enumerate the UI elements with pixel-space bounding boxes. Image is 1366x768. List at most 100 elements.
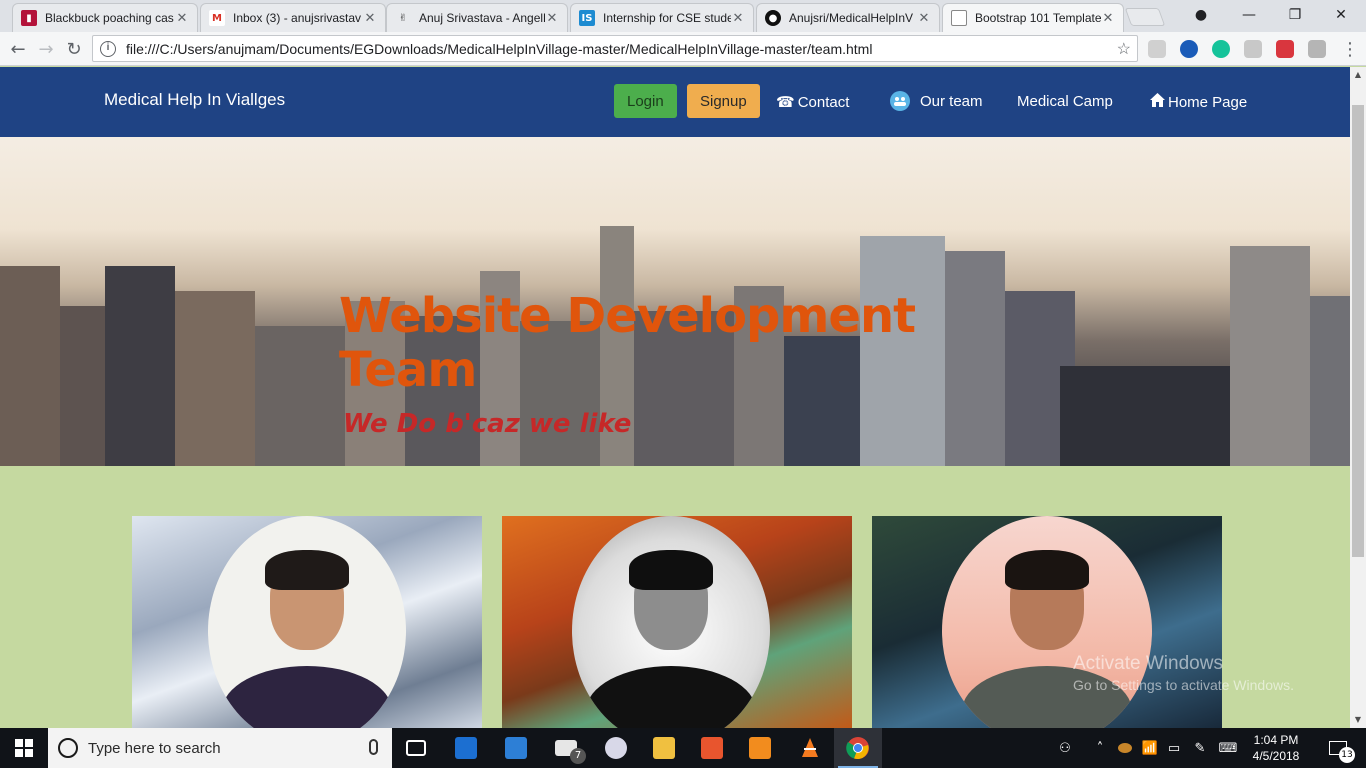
nav-our-team-label: Our team bbox=[920, 92, 983, 110]
clock-time: 1:04 PM bbox=[1253, 733, 1299, 747]
vlc-icon[interactable] bbox=[786, 728, 834, 768]
bookmark-star-icon[interactable]: ☆ bbox=[1117, 39, 1131, 59]
watermark-subtitle: Go to Settings to activate Windows. bbox=[1073, 677, 1294, 693]
back-button[interactable]: ← bbox=[6, 37, 30, 61]
minimize-button[interactable]: — bbox=[1226, 0, 1272, 30]
nav-medical-camp[interactable]: Medical Camp bbox=[1017, 93, 1113, 110]
tab-title: Inbox (3) - anujsrivastav bbox=[233, 11, 362, 25]
nav-contact-label: Contact bbox=[797, 93, 850, 111]
pdf-extension-icon[interactable] bbox=[1148, 40, 1166, 58]
office-icon[interactable] bbox=[688, 728, 736, 768]
page-scrollbar[interactable]: ▲ ▼ bbox=[1350, 67, 1366, 728]
chevron-up-icon[interactable]: ˄ bbox=[1090, 728, 1110, 768]
profile-icon[interactable]: ● bbox=[1178, 0, 1224, 30]
github-icon: ● bbox=[765, 10, 781, 26]
browser-tab[interactable]: ✌ Anuj Srivastava - Angell ✕ bbox=[386, 3, 568, 32]
taskbar-clock[interactable]: 1:04 PM 4/5/2018 bbox=[1243, 732, 1309, 764]
grammarly-icon[interactable] bbox=[1212, 40, 1230, 58]
hero-title: Website Development Team bbox=[339, 288, 916, 398]
page-icon bbox=[951, 10, 967, 26]
angellist-icon: ✌ bbox=[398, 12, 408, 24]
battery-icon[interactable]: ▭ bbox=[1162, 728, 1186, 768]
site-brand[interactable]: Medical Help In Viallges bbox=[104, 90, 285, 110]
extension-icon[interactable] bbox=[1180, 40, 1198, 58]
browser-tab[interactable]: M Inbox (3) - anujsrivastav ✕ bbox=[200, 3, 386, 32]
wifi-icon[interactable]: 📶 bbox=[1138, 728, 1162, 768]
task-view-icon[interactable] bbox=[392, 728, 440, 768]
nav-contact[interactable]: ☎ Contact bbox=[776, 93, 850, 112]
team-member-photo bbox=[572, 516, 770, 728]
extension-icon[interactable] bbox=[1244, 40, 1262, 58]
people-icon[interactable]: ⚇ bbox=[1052, 728, 1078, 768]
home-icon bbox=[1150, 93, 1165, 111]
browser-toolbar: ← → ↻ i file:///C:/Users/anujmam/Documen… bbox=[0, 32, 1366, 66]
mail-icon[interactable]: 7 bbox=[542, 728, 590, 768]
browser-tab[interactable]: IS Internship for CSE stude ✕ bbox=[570, 3, 754, 32]
team-member-photo bbox=[942, 516, 1152, 728]
start-button[interactable] bbox=[0, 728, 48, 768]
forward-button[interactable]: → bbox=[34, 37, 58, 61]
mail-badge: 7 bbox=[570, 748, 586, 764]
keyboard-icon[interactable]: ⌨ bbox=[1214, 728, 1242, 768]
notification-count: 13 bbox=[1339, 747, 1355, 763]
reload-button[interactable]: ↻ bbox=[62, 37, 86, 61]
security-shield-icon[interactable] bbox=[442, 728, 490, 768]
cortana-icon bbox=[58, 738, 78, 758]
scrollbar-thumb[interactable] bbox=[1352, 105, 1364, 557]
bookmark-icon: ▮ bbox=[21, 10, 37, 26]
signup-button[interactable]: Signup bbox=[687, 84, 760, 118]
url-text: file:///C:/Users/anujmam/Documents/EGDow… bbox=[126, 40, 873, 57]
search-placeholder: Type here to search bbox=[88, 739, 221, 757]
team-member-card[interactable] bbox=[872, 516, 1222, 728]
browser-tab[interactable]: ▮ Blackbuck poaching cas ✕ bbox=[12, 3, 198, 32]
team-member-photo bbox=[208, 516, 406, 728]
team-member-card[interactable] bbox=[132, 516, 482, 728]
info-icon[interactable]: i bbox=[100, 40, 116, 57]
new-tab-button[interactable] bbox=[1124, 8, 1166, 26]
login-button[interactable]: Login bbox=[614, 84, 677, 118]
browser-tab-strip: ▮ Blackbuck poaching cas ✕ M Inbox (3) -… bbox=[0, 0, 1366, 32]
store-icon[interactable] bbox=[492, 728, 540, 768]
close-icon[interactable]: ✕ bbox=[363, 11, 377, 26]
gmail-icon: M bbox=[209, 10, 225, 26]
scroll-down-arrow[interactable]: ▼ bbox=[1350, 712, 1366, 728]
close-icon[interactable]: ✕ bbox=[545, 11, 559, 26]
taskbar-search-box[interactable]: Type here to search bbox=[48, 728, 392, 768]
team-icon bbox=[890, 91, 910, 111]
windows-taskbar: Type here to search 7 ⚇ ˄ 📶 ▭ ✎ ⌨ 1:04 P… bbox=[0, 728, 1366, 768]
tab-title: Blackbuck poaching cas bbox=[45, 11, 174, 25]
close-window-button[interactable]: ✕ bbox=[1318, 0, 1364, 30]
close-icon[interactable]: ✕ bbox=[175, 11, 189, 26]
team-member-card[interactable] bbox=[502, 516, 852, 728]
hero-tagline: We Do b'caz we like bbox=[343, 409, 632, 439]
close-icon[interactable]: ✕ bbox=[917, 11, 931, 26]
menu-icon[interactable]: ⋮ bbox=[1338, 37, 1362, 61]
action-center-icon[interactable]: 13 bbox=[1318, 728, 1358, 768]
address-bar[interactable]: i file:///C:/Users/anujmam/Documents/EGD… bbox=[92, 35, 1138, 62]
close-icon[interactable]: ✕ bbox=[1101, 11, 1115, 26]
file-explorer-icon[interactable] bbox=[640, 728, 688, 768]
tab-title: Anuj Srivastava - Angell bbox=[419, 11, 545, 25]
nav-home-page[interactable]: Home Page bbox=[1150, 93, 1247, 111]
internshala-icon: IS bbox=[579, 10, 595, 26]
paint-icon[interactable] bbox=[592, 728, 640, 768]
microphone-icon[interactable] bbox=[369, 739, 378, 755]
browser-tab-active[interactable]: Bootstrap 101 Template ✕ bbox=[942, 3, 1124, 32]
sublime-text-icon[interactable] bbox=[736, 728, 784, 768]
tray-app-icon[interactable] bbox=[1114, 728, 1136, 768]
scroll-up-arrow[interactable]: ▲ bbox=[1350, 67, 1366, 83]
browser-tab[interactable]: ● Anujsri/MedicalHelpInV ✕ bbox=[756, 3, 940, 32]
windows-logo-icon bbox=[15, 739, 33, 757]
nav-home-page-label: Home Page bbox=[1168, 93, 1248, 111]
extension-icon[interactable] bbox=[1276, 40, 1294, 58]
maximize-button[interactable]: ❐ bbox=[1272, 0, 1318, 30]
clock-date: 4/5/2018 bbox=[1252, 749, 1300, 763]
cart-extension-icon[interactable] bbox=[1308, 40, 1326, 58]
pen-icon[interactable]: ✎ bbox=[1188, 728, 1212, 768]
chrome-icon[interactable] bbox=[834, 728, 882, 768]
activate-windows-watermark: Activate Windows Go to Settings to activ… bbox=[1073, 653, 1294, 693]
nav-medical-camp-label: Medical Camp bbox=[1017, 93, 1113, 110]
nav-our-team[interactable]: Our team bbox=[890, 91, 983, 111]
close-icon[interactable]: ✕ bbox=[731, 11, 745, 26]
site-navbar: Medical Help In Viallges Login Signup ☎ … bbox=[0, 67, 1350, 137]
